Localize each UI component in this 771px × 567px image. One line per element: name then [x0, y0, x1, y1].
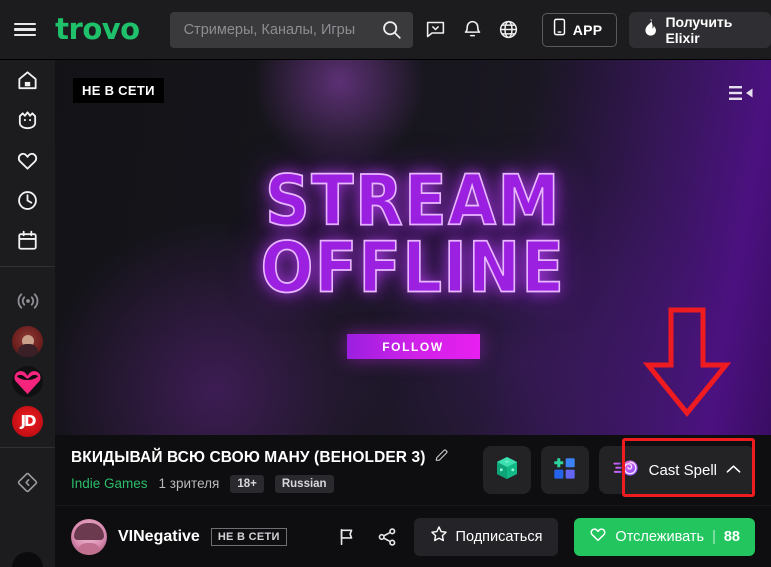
heart-icon — [589, 525, 607, 548]
player-offline-badge: НЕ В СЕТИ — [73, 78, 164, 103]
viewer-count: 1 зрителя — [158, 476, 220, 491]
stream-title-row: ВКИДЫВАЙ ВСЮ СВОЮ МАНУ (BEHOLDER 3) — [71, 448, 483, 468]
avatar[interactable] — [71, 518, 107, 555]
sidebar-divider-2 — [0, 447, 55, 448]
spell-spiral-icon — [613, 456, 640, 485]
globe-icon[interactable] — [493, 12, 523, 48]
tag-language[interactable]: Russian — [274, 474, 334, 493]
share-icon[interactable] — [374, 524, 400, 550]
streamer-action-bar: VINegative НЕ В СЕТИ Подписаться Отслежи… — [55, 505, 771, 567]
sidebar-partial-avatar[interactable] — [12, 552, 43, 567]
cast-spell-label: Cast Spell — [648, 461, 717, 479]
widgets-button[interactable] — [540, 446, 589, 494]
search-icon[interactable] — [371, 12, 413, 48]
lips-heart-avatar — [12, 365, 43, 397]
trovo-channel-page: trovo Стримеры, Каналы, Игры APP Получит… — [0, 0, 771, 567]
cast-spell-button[interactable]: Cast Spell — [598, 446, 755, 494]
left-sidebar: JD — [0, 60, 55, 567]
artwork-follow-button[interactable]: FOLLOW — [346, 334, 480, 360]
blue-squares-icon — [552, 455, 577, 485]
app-download-button[interactable]: APP — [541, 12, 618, 47]
stream-category-link[interactable]: Indie Games — [71, 476, 148, 491]
sidebar-item-gem[interactable] — [0, 462, 55, 502]
collapse-panel-icon[interactable] — [727, 82, 755, 104]
search-input[interactable] — [169, 21, 371, 38]
sidebar-item-esports[interactable] — [0, 100, 55, 140]
follow-label: Отслеживать — [615, 528, 705, 545]
stream-info-bar: ВКИДЫВАЙ ВСЮ СВОЮ МАНУ (BEHOLDER 3) Indi… — [55, 435, 771, 505]
top-header-bar: trovo Стримеры, Каналы, Игры APP Получит… — [0, 0, 771, 60]
page-title: ВКИДЫВАЙ ВСЮ СВОЮ МАНУ (BEHOLDER 3) — [71, 448, 426, 466]
bell-icon[interactable] — [457, 12, 487, 48]
hamburger-menu-icon[interactable] — [0, 0, 49, 60]
pencil-edit-icon[interactable] — [434, 448, 449, 468]
stream-info-left: ВКИДЫВАЙ ВСЮ СВОЮ МАНУ (BEHOLDER 3) Indi… — [55, 448, 483, 493]
stream-meta-row: Indie Games 1 зрителя 18+ Russian — [71, 474, 483, 493]
elixir-button-label: Получить Elixir — [665, 13, 733, 46]
tag-age-rating[interactable]: 18+ — [230, 474, 264, 493]
jd-logo-avatar: JD — [12, 405, 43, 437]
offline-art-line1: STREAM — [264, 159, 561, 242]
streamer-identity: VINegative НЕ В СЕТИ — [55, 518, 334, 555]
subscribe-button[interactable]: Подписаться — [413, 517, 559, 556]
sidebar-divider-1 — [0, 266, 55, 267]
star-icon — [430, 525, 448, 548]
sidebar-channel-3[interactable]: JD — [0, 401, 55, 441]
app-button-label: APP — [572, 21, 603, 38]
video-player-offline[interactable]: НЕ В СЕТИ STREAM OFFLINE FOLLOW — [55, 60, 771, 435]
sidebar-item-history[interactable] — [0, 180, 55, 220]
gift-cube-button[interactable] — [482, 446, 531, 494]
teal-cube-icon — [494, 455, 520, 486]
search-bar[interactable] — [169, 11, 413, 48]
subscribe-label: Подписаться — [455, 528, 543, 545]
photo-avatar — [12, 325, 43, 357]
streamer-action-buttons: Подписаться Отслеживать | 88 — [334, 517, 771, 556]
chevron-up-icon — [726, 461, 741, 479]
sidebar-item-events[interactable] — [0, 220, 55, 260]
trovo-logo[interactable]: trovo — [55, 12, 140, 46]
sidebar-item-live[interactable] — [0, 281, 55, 321]
sidebar-item-home[interactable] — [0, 60, 55, 100]
mobile-phone-icon — [553, 18, 566, 41]
sidebar-channel-2[interactable] — [0, 361, 55, 401]
flag-icon[interactable] — [334, 524, 360, 550]
follow-separator: | — [712, 528, 716, 545]
stream-offline-artwork: STREAM OFFLINE FOLLOW — [55, 159, 771, 360]
chat-bubble-icon[interactable] — [421, 12, 451, 48]
stream-actions: Cast Spell — [482, 446, 771, 494]
elixir-flame-icon — [643, 18, 658, 41]
streamer-username[interactable]: VINegative — [118, 528, 200, 546]
get-elixir-button[interactable]: Получить Elixir — [629, 11, 771, 48]
sidebar-item-following[interactable] — [0, 140, 55, 180]
follow-count: 88 — [723, 528, 740, 545]
follow-button[interactable]: Отслеживать | 88 — [574, 517, 755, 556]
offline-art-line2: OFFLINE — [260, 226, 566, 309]
status-badge: НЕ В СЕТИ — [210, 527, 287, 546]
sidebar-channel-1[interactable] — [0, 321, 55, 361]
